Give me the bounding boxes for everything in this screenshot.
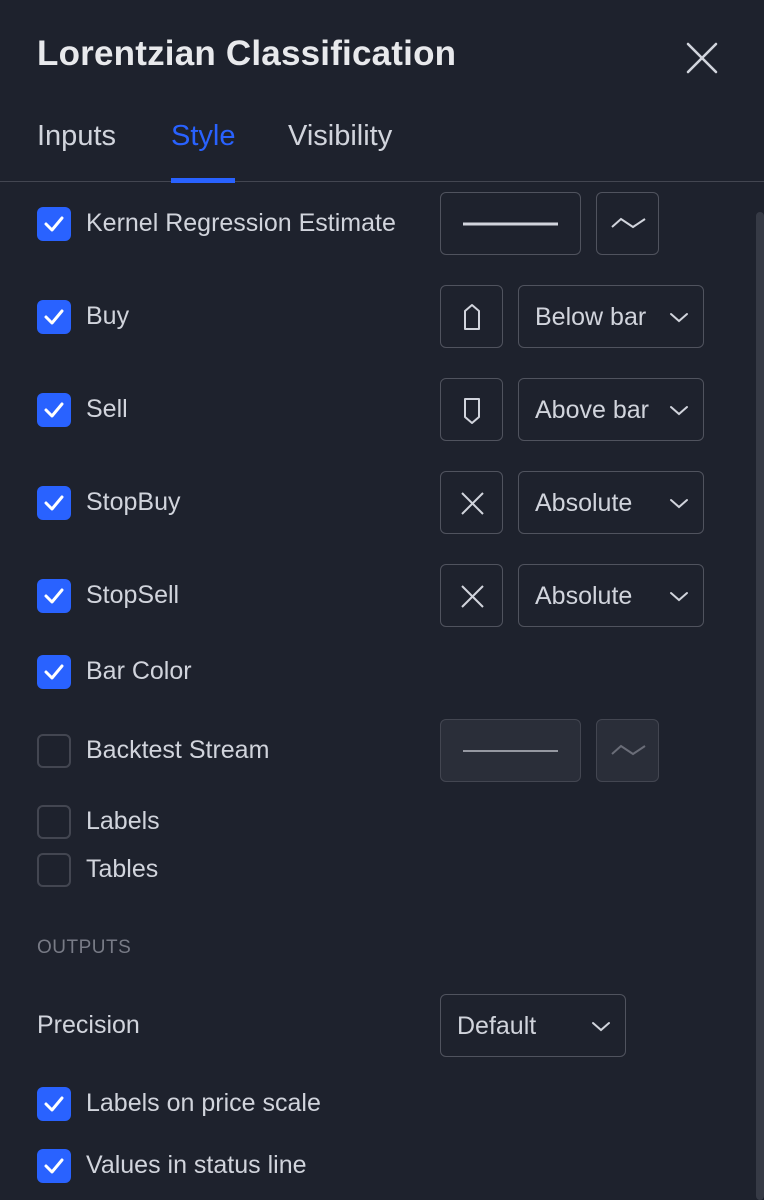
sell-shape-button[interactable] — [440, 378, 503, 441]
tab-style-label: Style — [171, 120, 236, 152]
buy-location-value: Below bar — [535, 303, 647, 331]
backtest-stream-checkbox[interactable] — [37, 734, 71, 768]
labels-on-price-scale-row: Labels on price scale — [0, 1072, 764, 1136]
x-cross-icon — [461, 585, 484, 608]
labels-on-price-scale-checkbox[interactable] — [37, 1087, 71, 1121]
line-style-icon — [463, 222, 558, 226]
backtest-stream-plot-type-button[interactable] — [596, 719, 659, 782]
precision-select[interactable]: Default — [440, 994, 626, 1057]
checkmark-icon — [44, 1158, 64, 1174]
scrollbar[interactable] — [756, 212, 764, 1200]
precision-value: Default — [457, 1012, 537, 1040]
tab-inputs[interactable]: Inputs — [37, 120, 116, 182]
checkmark-icon — [44, 309, 64, 325]
checkmark-icon — [44, 216, 64, 232]
checkmark-icon — [44, 495, 64, 511]
tab-visibility-label: Visibility — [288, 120, 393, 152]
kernel-regression-checkbox[interactable] — [37, 207, 71, 241]
tables-checkbox[interactable] — [37, 853, 71, 887]
plot-type-line-icon — [611, 217, 646, 229]
plot-row-stopsell: StopSell Absolute — [0, 564, 764, 628]
plot-row-kernel-regression: Kernel Regression Estimate — [0, 192, 764, 256]
buy-shape-button[interactable] — [440, 285, 503, 348]
plot-type-line-icon — [611, 744, 646, 756]
tab-bar: Inputs Style Visibility — [0, 110, 764, 183]
arrow-up-shape-icon — [464, 304, 480, 330]
labels-on-price-scale-label: Labels on price scale — [86, 1089, 321, 1117]
kernel-regression-line-style-button[interactable] — [440, 192, 581, 255]
precision-label: Precision — [37, 1011, 140, 1039]
kernel-regression-label: Kernel Regression Estimate — [86, 209, 396, 237]
values-in-status-line-row: Values in status line — [0, 1134, 764, 1198]
buy-location-select[interactable]: Below bar — [518, 285, 704, 348]
stopsell-location-select[interactable]: Absolute — [518, 564, 704, 627]
labels-checkbox[interactable] — [37, 805, 71, 839]
values-in-status-line-checkbox[interactable] — [37, 1149, 71, 1183]
chevron-down-icon — [670, 313, 688, 323]
x-cross-icon — [461, 492, 484, 515]
active-tab-indicator — [171, 178, 236, 183]
stopbuy-location-value: Absolute — [535, 489, 633, 517]
stopsell-checkbox[interactable] — [37, 579, 71, 613]
chevron-down-icon — [670, 406, 688, 416]
chevron-down-icon — [670, 499, 688, 509]
plot-row-stopbuy: StopBuy Absolute — [0, 471, 764, 535]
outputs-section-title: OUTPUTS — [37, 937, 132, 958]
backtest-stream-label: Backtest Stream — [86, 736, 270, 764]
buy-label: Buy — [86, 302, 130, 330]
plot-row-buy: Buy Below bar — [0, 285, 764, 349]
labels-label: Labels — [86, 807, 160, 835]
plot-row-tables: Tables — [0, 838, 764, 902]
stopsell-shape-button[interactable] — [440, 564, 503, 627]
kernel-regression-plot-type-button[interactable] — [596, 192, 659, 255]
tables-label: Tables — [86, 855, 159, 883]
sell-location-select[interactable]: Above bar — [518, 378, 704, 441]
dialog-title: Lorentzian Classification — [37, 34, 457, 73]
checkmark-icon — [44, 664, 64, 680]
tab-style[interactable]: Style — [171, 120, 236, 183]
stopbuy-location-select[interactable]: Absolute — [518, 471, 704, 534]
stopbuy-checkbox[interactable] — [37, 486, 71, 520]
plot-row-bar-color: Bar Color — [0, 640, 764, 704]
stopsell-location-value: Absolute — [535, 582, 633, 610]
line-style-icon — [463, 750, 558, 752]
sell-checkbox[interactable] — [37, 393, 71, 427]
close-button[interactable] — [682, 38, 722, 78]
checkmark-icon — [44, 588, 64, 604]
checkmark-icon — [44, 1096, 64, 1112]
tab-visibility[interactable]: Visibility — [288, 120, 392, 182]
bar-color-label: Bar Color — [86, 657, 192, 685]
close-icon — [686, 42, 718, 74]
dialog-header: Lorentzian Classification — [0, 0, 764, 110]
sell-location-value: Above bar — [535, 396, 649, 424]
plot-row-sell: Sell Above bar — [0, 378, 764, 442]
stopsell-label: StopSell — [86, 581, 180, 609]
buy-checkbox[interactable] — [37, 300, 71, 334]
sell-label: Sell — [86, 395, 128, 423]
tab-inputs-label: Inputs — [37, 120, 116, 152]
plot-row-backtest-stream: Backtest Stream — [0, 719, 764, 783]
backtest-stream-line-style-button[interactable] — [440, 719, 581, 782]
values-in-status-line-label: Values in status line — [86, 1151, 307, 1179]
checkmark-icon — [44, 402, 64, 418]
chevron-down-icon — [670, 592, 688, 602]
stopbuy-label: StopBuy — [86, 488, 181, 516]
chevron-down-icon — [592, 1022, 610, 1032]
stopbuy-shape-button[interactable] — [440, 471, 503, 534]
bar-color-checkbox[interactable] — [37, 655, 71, 689]
arrow-down-shape-icon — [464, 398, 480, 424]
